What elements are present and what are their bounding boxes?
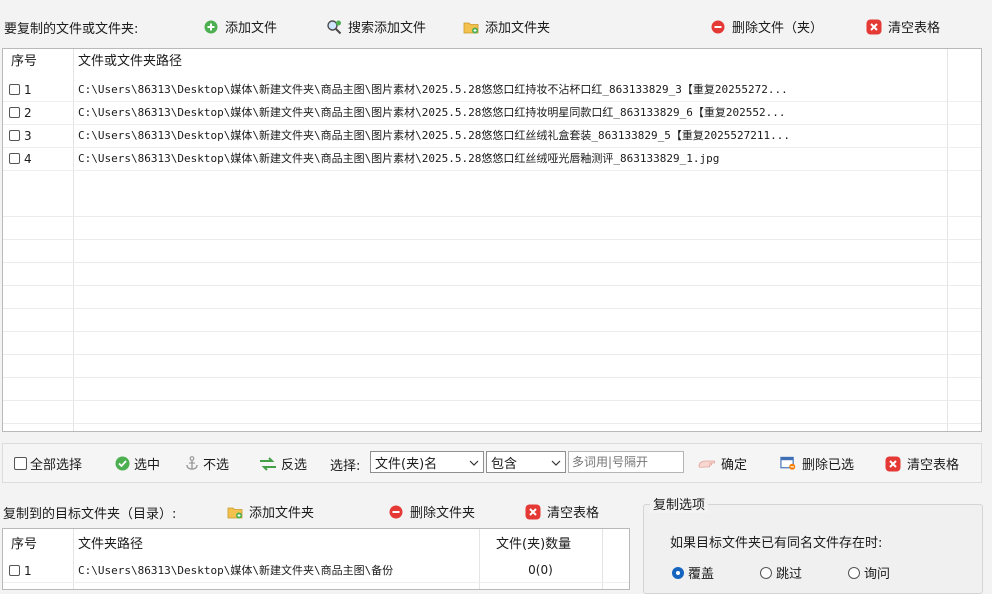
clear-target-table-button[interactable]: 清空表格 <box>525 502 599 521</box>
add-file-button[interactable]: 添加文件 <box>203 17 277 36</box>
col-header-no: 序号 <box>11 537 38 552</box>
add-target-folder-label: 添加文件夹 <box>249 506 315 521</box>
delete-list-icon <box>780 456 796 472</box>
chevron-down-icon <box>469 455 479 470</box>
table-row[interactable]: 1 C:\Users\86313\Desktop\媒体\新建文件夹\商品主图\图… <box>3 78 981 102</box>
file-path: C:\Users\86313\Desktop\媒体\新建文件夹\商品主图\图片素… <box>78 106 786 119</box>
row-number: 1 <box>24 82 32 97</box>
section-label-source: 要复制的文件或文件夹: <box>4 22 139 37</box>
clear-table-button[interactable]: 清空表格 <box>866 17 940 36</box>
radio-dot[interactable] <box>848 566 860 579</box>
radio-label: 跳过 <box>776 567 803 582</box>
chevron-down-icon <box>551 455 561 470</box>
checkbox-box[interactable] <box>14 457 27 470</box>
table-row[interactable]: 1 C:\Users\86313\Desktop\媒体\新建文件夹\商品主图\备… <box>3 559 629 583</box>
confirm-button[interactable]: 确定 <box>698 454 747 473</box>
search-icon <box>326 19 342 35</box>
row-number: 3 <box>24 128 32 143</box>
radio-dot[interactable] <box>760 566 772 579</box>
select-all-label: 全部选择 <box>30 458 83 473</box>
row-checkbox[interactable] <box>9 130 20 141</box>
col-header-path: 文件或文件夹路径 <box>78 54 183 69</box>
add-folder-button[interactable]: 添加文件夹 <box>463 17 550 36</box>
match-select-value: 包含 <box>491 456 518 472</box>
target-table[interactable]: 序号 文件夹路径 文件(夹)数量 1 C:\Users\86313\Deskto… <box>2 528 630 590</box>
search-add-file-label: 搜索添加文件 <box>348 21 427 36</box>
add-target-folder-button[interactable]: 添加文件夹 <box>227 502 314 521</box>
col-header-count: 文件(夹)数量 <box>496 537 572 552</box>
invert-label: 反选 <box>281 458 308 473</box>
invert-arrows-icon <box>259 456 277 472</box>
close-icon <box>866 19 882 35</box>
match-select[interactable]: 包含 <box>486 451 566 473</box>
row-number: 4 <box>24 151 32 166</box>
file-path: C:\Users\86313\Desktop\媒体\新建文件夹\商品主图\图片素… <box>78 152 720 165</box>
copy-options-question: 如果目标文件夹已有同名文件存在时: <box>670 536 883 551</box>
keyword-input[interactable] <box>568 451 684 473</box>
radio-ask[interactable]: 询问 <box>848 563 890 582</box>
uncheck-label: 不选 <box>203 458 230 473</box>
radio-overwrite[interactable]: 覆盖 <box>672 563 714 582</box>
close-icon <box>885 456 901 472</box>
row-number: 2 <box>24 105 32 120</box>
folder-add-icon <box>463 19 479 35</box>
uncheck-button[interactable]: 不选 <box>184 454 229 473</box>
field-select-value: 文件(夹)名 <box>375 456 438 472</box>
anchor-icon <box>184 456 200 472</box>
delete-file-label: 删除文件（夹） <box>732 21 824 36</box>
confirm-label: 确定 <box>721 458 748 473</box>
pointer-hand-icon <box>698 456 716 472</box>
table-row[interactable]: 2 C:\Users\86313\Desktop\媒体\新建文件夹\商品主图\图… <box>3 101 981 125</box>
section-label-target: 复制到的目标文件夹（目录）: <box>3 507 177 522</box>
select-all-checkbox[interactable]: 全部选择 <box>14 454 82 473</box>
row-checkbox[interactable] <box>9 565 20 576</box>
delete-folder-label: 删除文件夹 <box>410 506 476 521</box>
check-circle-icon <box>114 456 130 472</box>
field-select[interactable]: 文件(夹)名 <box>370 451 484 473</box>
row-checkbox[interactable] <box>9 153 20 164</box>
radio-label: 询问 <box>864 567 891 582</box>
minus-circle-icon <box>710 19 726 35</box>
folder-count: 0(0) <box>528 563 553 577</box>
row-number: 1 <box>24 563 32 578</box>
check-label: 选中 <box>134 458 161 473</box>
select-label: 选择: <box>330 459 361 474</box>
file-path: C:\Users\86313\Desktop\媒体\新建文件夹\商品主图\图片素… <box>78 129 790 142</box>
file-table[interactable]: 序号 文件或文件夹路径 1 C:\Users\86313\Desktop\媒体\… <box>2 48 982 432</box>
col-header-no: 序号 <box>11 54 38 69</box>
table-row[interactable]: 4 C:\Users\86313\Desktop\媒体\新建文件夹\商品主图\图… <box>3 147 981 171</box>
invert-button[interactable]: 反选 <box>259 454 307 473</box>
clear-table-label: 清空表格 <box>888 21 941 36</box>
search-add-file-button[interactable]: 搜索添加文件 <box>326 17 426 36</box>
clear-target-table-label: 清空表格 <box>547 506 600 521</box>
clear-table-button[interactable]: 清空表格 <box>885 454 959 473</box>
table-row[interactable]: 3 C:\Users\86313\Desktop\媒体\新建文件夹\商品主图\图… <box>3 124 981 148</box>
delete-file-button[interactable]: 删除文件（夹） <box>710 17 823 36</box>
folder-add-icon <box>227 504 243 520</box>
delete-selected-button[interactable]: 删除已选 <box>780 454 854 473</box>
copy-options-title: 复制选项 <box>650 494 709 513</box>
row-checkbox[interactable] <box>9 107 20 118</box>
row-checkbox[interactable] <box>9 84 20 95</box>
delete-folder-button[interactable]: 删除文件夹 <box>388 502 475 521</box>
check-button[interactable]: 选中 <box>114 454 160 473</box>
plus-circle-icon <box>203 19 219 35</box>
clear-table-label: 清空表格 <box>907 458 960 473</box>
radio-label: 覆盖 <box>688 567 715 582</box>
radio-dot[interactable] <box>672 566 684 579</box>
col-header-folder-path: 文件夹路径 <box>78 537 144 552</box>
radio-skip[interactable]: 跳过 <box>760 563 802 582</box>
minus-circle-icon <box>388 504 404 520</box>
file-path: C:\Users\86313\Desktop\媒体\新建文件夹\商品主图\图片素… <box>78 83 788 96</box>
add-folder-label: 添加文件夹 <box>485 21 551 36</box>
add-file-label: 添加文件 <box>225 21 278 36</box>
delete-selected-label: 删除已选 <box>802 458 855 473</box>
folder-path: C:\Users\86313\Desktop\媒体\新建文件夹\商品主图\备份 <box>78 564 394 577</box>
close-icon <box>525 504 541 520</box>
